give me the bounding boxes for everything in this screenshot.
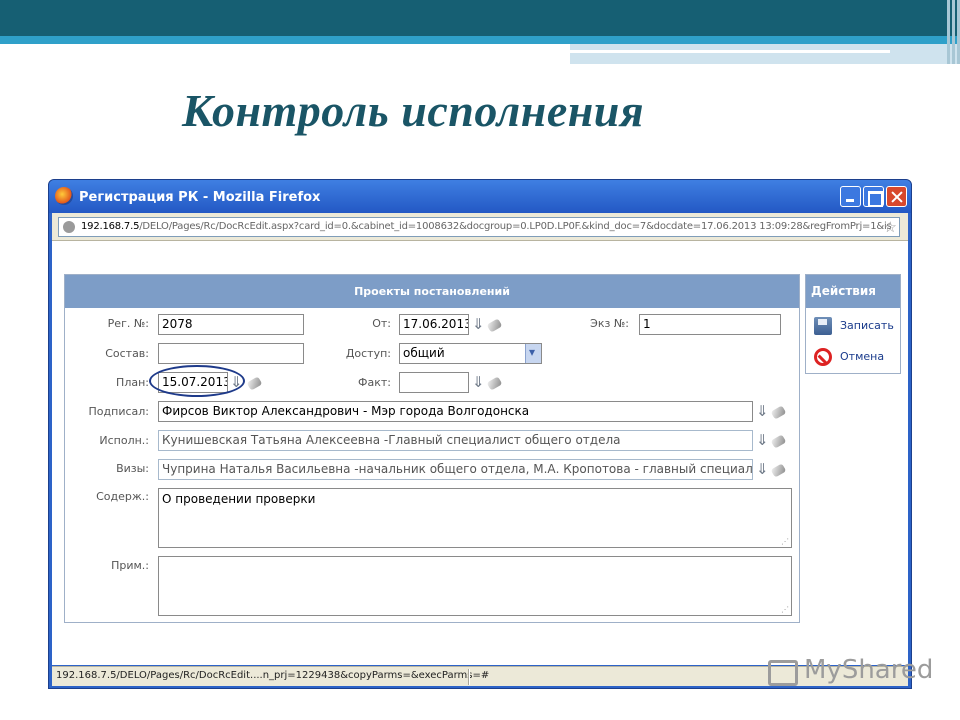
fact-input[interactable]	[399, 372, 469, 393]
fact-eraser-icon[interactable]	[486, 376, 503, 391]
page-content: Проекты постановлений Рег. №: 2078 От: 1…	[52, 241, 908, 665]
access-label: Доступ:	[345, 347, 391, 360]
signed-by-pick-icon[interactable]: ⇓	[756, 404, 769, 419]
reg-no-input[interactable]: 2078	[158, 314, 304, 335]
access-select-value: общий	[403, 346, 445, 360]
content-text: О проведении проверки	[162, 492, 316, 506]
site-identity-icon[interactable]	[63, 221, 75, 233]
slide-top-band	[0, 0, 960, 36]
content-textarea[interactable]: О проведении проверки ⋰	[158, 488, 792, 548]
date-from-input[interactable]: 17.06.2013	[399, 314, 469, 335]
url-path: /DELO/Pages/Rc/DocRcEdit.aspx?card_id=0.…	[139, 221, 892, 232]
slide-top-line	[570, 50, 890, 53]
close-icon[interactable]	[886, 186, 907, 207]
slide-top-stripe	[0, 36, 960, 44]
url-field[interactable]: 192.168.7.5/DELO/Pages/Rc/DocRcEdit.aspx…	[58, 217, 900, 237]
plan-eraser-icon[interactable]	[246, 376, 263, 391]
window-title: Регистрация РК - Mozilla Firefox	[79, 190, 321, 205]
fact-pick-icon[interactable]: ⇓	[472, 375, 485, 390]
minimize-icon[interactable]	[840, 186, 861, 207]
access-select[interactable]: общий	[399, 343, 542, 364]
cancel-icon	[814, 348, 832, 366]
executor-label: Исполн.:	[99, 434, 149, 447]
status-url: 192.168.7.5/DELO/Pages/Rc/DocRcEdit....n…	[56, 670, 490, 681]
plan-label: План:	[116, 376, 149, 389]
chevron-down-icon[interactable]	[525, 344, 541, 363]
content-label: Содерж.:	[96, 490, 149, 503]
date-from-eraser-icon[interactable]	[486, 318, 503, 333]
reg-no-label: Рег. №:	[107, 317, 149, 330]
composition-label: Состав:	[105, 347, 149, 360]
resize-grip-icon[interactable]: ⋰	[781, 538, 789, 546]
fact-label: Факт:	[358, 376, 391, 389]
window-titlebar[interactable]: Регистрация РК - Mozilla Firefox	[49, 180, 911, 213]
actions-panel: Действия Записать Отмена	[805, 274, 901, 374]
firefox-icon	[55, 187, 73, 205]
address-bar: 192.168.7.5/DELO/Pages/Rc/DocRcEdit.aspx…	[52, 213, 908, 241]
url-host: 192.168.7.5	[81, 221, 140, 232]
actions-header: Действия	[806, 275, 900, 308]
resize-grip-icon[interactable]: ⋰	[781, 606, 789, 614]
executor-input[interactable]: Кунишевская Татьяна Алексеевна -Главный …	[158, 430, 753, 451]
slide-right-bars	[930, 0, 960, 64]
signed-by-input[interactable]: Фирсов Виктор Александрович - Мэр города…	[158, 401, 753, 422]
signed-by-label: Подписал:	[88, 405, 149, 418]
watermark-logo-icon	[768, 660, 798, 686]
visas-eraser-icon[interactable]	[770, 463, 787, 478]
date-from-label: От:	[372, 317, 391, 330]
form-header: Проекты постановлений	[65, 275, 799, 308]
composition-input[interactable]	[158, 343, 304, 364]
visas-input[interactable]: Чуприна Наталья Васильевна -начальник об…	[158, 459, 753, 480]
note-label: Прим.:	[111, 559, 149, 572]
url-text: 192.168.7.5/DELO/Pages/Rc/DocRcEdit.aspx…	[81, 221, 892, 232]
star-icon[interactable]: ☆	[884, 218, 897, 236]
executor-eraser-icon[interactable]	[770, 434, 787, 449]
note-textarea[interactable]: ⋰	[158, 556, 792, 616]
visas-pick-icon[interactable]: ⇓	[756, 462, 769, 477]
browser-window: Регистрация РК - Mozilla Firefox 192.168…	[48, 179, 912, 689]
form-panel: Проекты постановлений Рег. №: 2078 От: 1…	[64, 274, 800, 623]
signed-by-eraser-icon[interactable]	[770, 405, 787, 420]
watermark: MyShared	[804, 655, 934, 685]
date-from-pick-icon[interactable]: ⇓	[472, 317, 485, 332]
save-button-label: Записать	[840, 319, 894, 332]
slide-title: Контроль исполнения	[182, 85, 645, 136]
copy-no-label: Экз №:	[590, 317, 629, 330]
executor-pick-icon[interactable]: ⇓	[756, 433, 769, 448]
floppy-disk-icon	[814, 317, 832, 335]
visas-label: Визы:	[116, 462, 149, 475]
slide-top-stripe-light	[570, 44, 960, 64]
cancel-button-label: Отмена	[840, 350, 885, 363]
plan-highlight-oval	[149, 365, 245, 397]
maximize-icon[interactable]	[863, 186, 884, 207]
copy-no-input[interactable]: 1	[639, 314, 781, 335]
status-separator	[468, 669, 470, 685]
